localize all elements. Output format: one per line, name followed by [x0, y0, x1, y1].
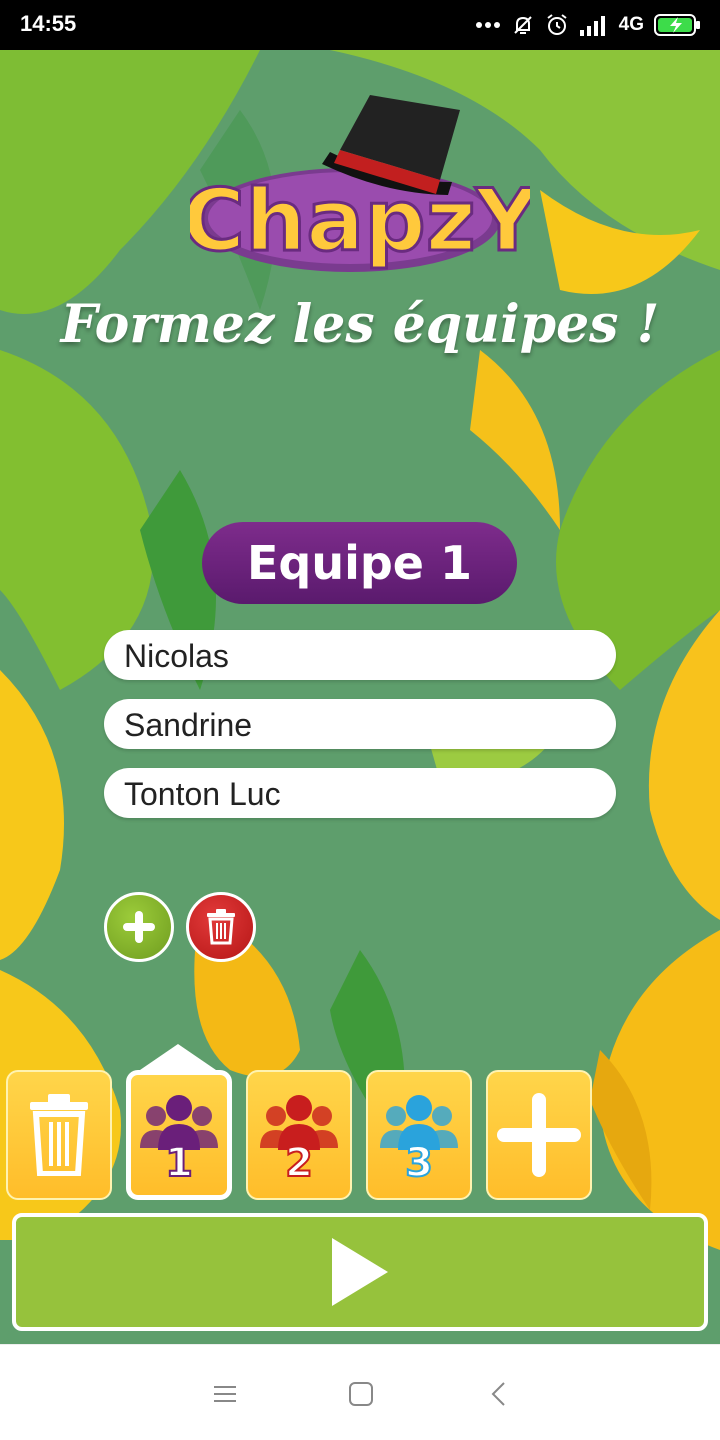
- status-icons: 4G: [475, 10, 702, 40]
- plus-icon: [497, 1093, 581, 1177]
- team-tab-number: 1: [165, 1140, 193, 1180]
- play-icon: [332, 1238, 388, 1306]
- signal-icon: [579, 16, 605, 36]
- delete-team-button[interactable]: [6, 1070, 112, 1200]
- status-time: 14:55: [20, 11, 77, 36]
- chapzy-logo: ChapzY: [190, 95, 530, 273]
- trash-icon: [30, 1094, 88, 1176]
- team-tab-2[interactable]: 2: [246, 1070, 352, 1200]
- app-screen: ChapzY Formez les équipes ! Equipe 1 Nic…: [0, 50, 720, 1344]
- team-tab-1[interactable]: 1: [126, 1070, 232, 1200]
- delete-player-button[interactable]: [186, 892, 256, 962]
- alarm-icon: [547, 14, 567, 35]
- active-tab-pointer: [140, 1044, 216, 1070]
- status-bar: 14:55 4G: [0, 0, 720, 50]
- team-2-group-icon: 2: [260, 1095, 338, 1180]
- player-list: Nicolas Sandrine Tonton Luc: [104, 630, 616, 837]
- menu-icon[interactable]: [210, 1379, 240, 1409]
- system-nav-bar: [0, 1344, 720, 1440]
- team-tab-number: 2: [285, 1140, 313, 1180]
- back-icon[interactable]: [484, 1379, 514, 1409]
- more-dots-icon: [475, 22, 500, 28]
- network-label: 4G: [618, 14, 644, 35]
- add-team-button[interactable]: [486, 1070, 592, 1200]
- trash-icon: [207, 909, 235, 945]
- battery-charging-icon: [654, 14, 700, 36]
- logo-text: ChapzY: [190, 171, 530, 271]
- team-tab-number: 3: [405, 1140, 433, 1180]
- play-button[interactable]: [12, 1213, 708, 1331]
- plus-icon: [123, 911, 155, 943]
- team-tab-3[interactable]: 3: [366, 1070, 472, 1200]
- team-name-badge: Equipe 1: [202, 522, 517, 604]
- team-3-group-icon: 3: [380, 1095, 458, 1180]
- add-player-button[interactable]: [104, 892, 174, 962]
- home-square-icon[interactable]: [346, 1379, 376, 1409]
- page-title: Formez les équipes !: [60, 294, 660, 355]
- muted-bell-icon: [513, 16, 532, 34]
- player-name-field[interactable]: Nicolas: [104, 630, 616, 680]
- team-1-group-icon: 1: [140, 1095, 218, 1180]
- player-name-field[interactable]: Sandrine: [104, 699, 616, 749]
- team-tabs: 1 2 3: [6, 1070, 706, 1200]
- player-name-field[interactable]: Tonton Luc: [104, 768, 616, 818]
